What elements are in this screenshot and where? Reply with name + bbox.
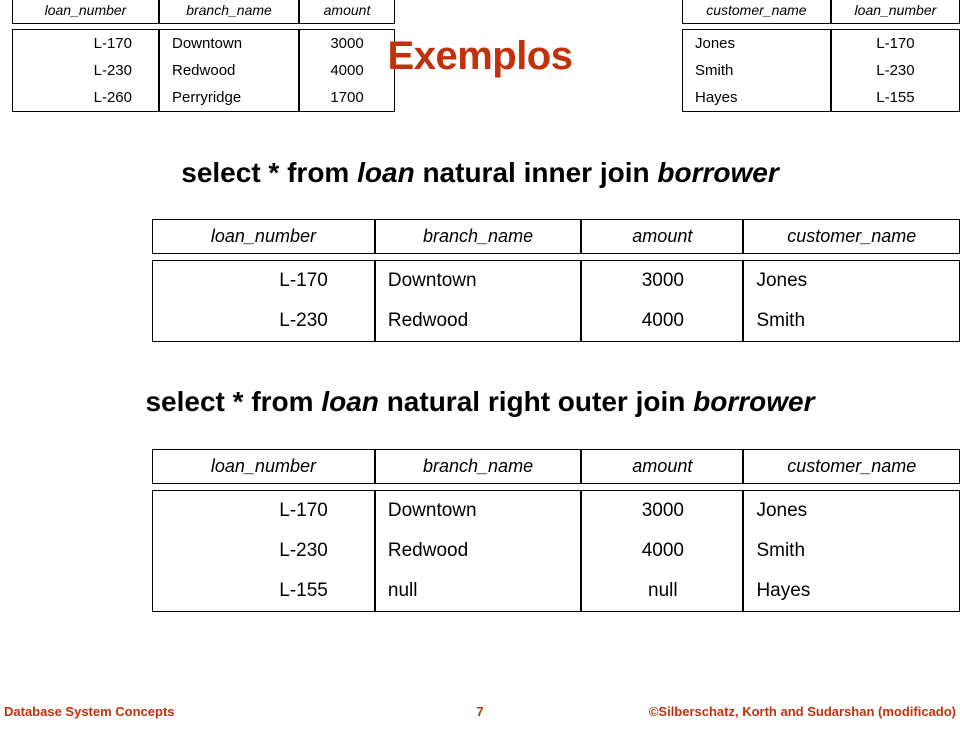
cell-customer-name: Hayes — [743, 571, 960, 612]
cell-customer-name: Smith — [743, 301, 960, 342]
column-header-loan-number: loan_number — [152, 219, 375, 254]
column-header-loan-number: loan_number — [830, 0, 960, 24]
cell-loan-number: L-155 — [152, 571, 375, 612]
cell-loan-number: L-230 — [152, 531, 375, 571]
query-relation: borrower — [657, 157, 779, 188]
table-row: L-155 null null Hayes — [152, 571, 960, 612]
query-keyword: select * from — [181, 157, 350, 188]
cell-amount: null — [581, 571, 744, 612]
column-header-branch-name: branch_name — [374, 449, 582, 484]
table-header-row: loan_number branch_name amount — [12, 0, 395, 24]
column-header-customer-name: customer_name — [682, 0, 831, 24]
page-title: Exemplos — [387, 34, 573, 78]
column-header-amount: amount — [299, 0, 395, 24]
query-statement-right-outer-join: select * from loan natural right outer j… — [0, 386, 960, 418]
column-header-loan-number: loan_number — [12, 0, 159, 24]
cell-loan-number: L-230 — [152, 301, 375, 342]
table-header-row: loan_number branch_name amount customer_… — [152, 219, 960, 254]
cell-branch-name: Downtown — [374, 490, 582, 531]
query-keyword: natural right outer join — [386, 386, 686, 417]
table-row: L-170 Downtown 3000 Jones — [152, 490, 960, 531]
cell-amount: 3000 — [581, 260, 744, 301]
column-header-branch-name: branch_name — [374, 219, 582, 254]
query-relation: borrower — [693, 386, 815, 417]
cell-loan-number: L-260 — [12, 84, 159, 112]
cell-amount: 4000 — [581, 531, 744, 571]
column-header-amount: amount — [581, 449, 744, 484]
cell-customer-name: Jones — [743, 490, 960, 531]
column-header-loan-number: loan_number — [152, 449, 375, 484]
cell-loan-number: L-170 — [152, 260, 375, 301]
cell-branch-name: Redwood — [374, 301, 582, 342]
cell-amount: 4000 — [581, 301, 744, 342]
cell-loan-number: L-155 — [830, 84, 960, 112]
slide-footer: Database System Concepts 7 ©Silberschatz… — [0, 704, 960, 726]
cell-amount: 3000 — [581, 490, 744, 531]
cell-branch-name: Redwood — [374, 531, 582, 571]
cell-branch-name: null — [374, 571, 582, 612]
table-header-row: loan_number branch_name amount customer_… — [152, 449, 960, 484]
cell-customer-name: Smith — [743, 531, 960, 571]
query-relation: loan — [357, 157, 415, 188]
column-header-customer-name: customer_name — [743, 449, 960, 484]
cell-branch-name: Downtown — [374, 260, 582, 301]
cell-branch-name: Perryridge — [159, 84, 299, 112]
cell-amount: 1700 — [299, 84, 395, 112]
column-header-amount: amount — [581, 219, 744, 254]
column-header-customer-name: customer_name — [743, 219, 960, 254]
cell-loan-number: L-170 — [152, 490, 375, 531]
query-statement-inner-join: select * from loan natural inner join bo… — [0, 157, 960, 189]
table-header-row: customer_name loan_number — [682, 0, 960, 24]
column-header-branch-name: branch_name — [159, 0, 299, 24]
query-relation: loan — [321, 386, 379, 417]
table-row: L-170 Downtown 3000 Jones — [152, 260, 960, 301]
table-row: Hayes L-155 — [682, 84, 960, 112]
table-row: L-230 Redwood 4000 Smith — [152, 531, 960, 571]
cell-customer-name: Jones — [743, 260, 960, 301]
query-keyword: select * from — [145, 386, 314, 417]
query-keyword: natural inner join — [422, 157, 650, 188]
table-row: L-230 Redwood 4000 Smith — [152, 301, 960, 342]
result-table-right-outer-join: loan_number branch_name amount customer_… — [152, 449, 960, 612]
footer-copyright: ©Silberschatz, Korth and Sudarshan (modi… — [648, 704, 956, 719]
result-table-inner-join: loan_number branch_name amount customer_… — [152, 219, 960, 342]
table-row: L-260 Perryridge 1700 — [12, 84, 395, 112]
cell-customer-name: Hayes — [682, 84, 831, 112]
